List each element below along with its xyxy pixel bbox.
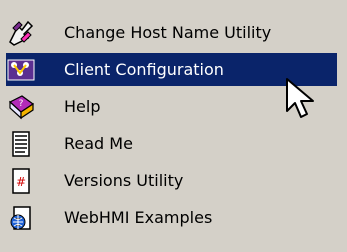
start-menu-submenu: Change Host Name Utility Client Configur…	[0, 0, 347, 252]
text-document-icon	[12, 130, 30, 157]
web-page-icon	[10, 205, 31, 230]
client-configuration-icon	[7, 59, 35, 80]
menu-item-webhmi-examples[interactable]: WebHMI Examples	[6, 201, 337, 234]
menu-item-versions-utility[interactable]: # Versions Utility	[6, 164, 337, 197]
svg-text:#: #	[16, 175, 26, 189]
menu-item-read-me[interactable]: Read Me	[6, 127, 337, 160]
menu-item-label: Read Me	[64, 134, 133, 153]
versions-utility-icon: #	[12, 167, 30, 194]
help-book-icon: ?	[8, 94, 35, 119]
menu-item-label: Change Host Name Utility	[64, 23, 272, 42]
menu-item-label: Client Configuration	[64, 60, 224, 79]
mouse-pointer-icon	[286, 78, 314, 118]
svg-text:?: ?	[19, 99, 24, 109]
menu-item-label: WebHMI Examples	[64, 208, 213, 227]
host-name-utility-icon	[9, 20, 34, 46]
menu-item-label: Versions Utility	[64, 171, 184, 190]
menu-item-change-host-name-utility[interactable]: Change Host Name Utility	[6, 16, 337, 49]
menu-item-label: Help	[64, 97, 101, 116]
